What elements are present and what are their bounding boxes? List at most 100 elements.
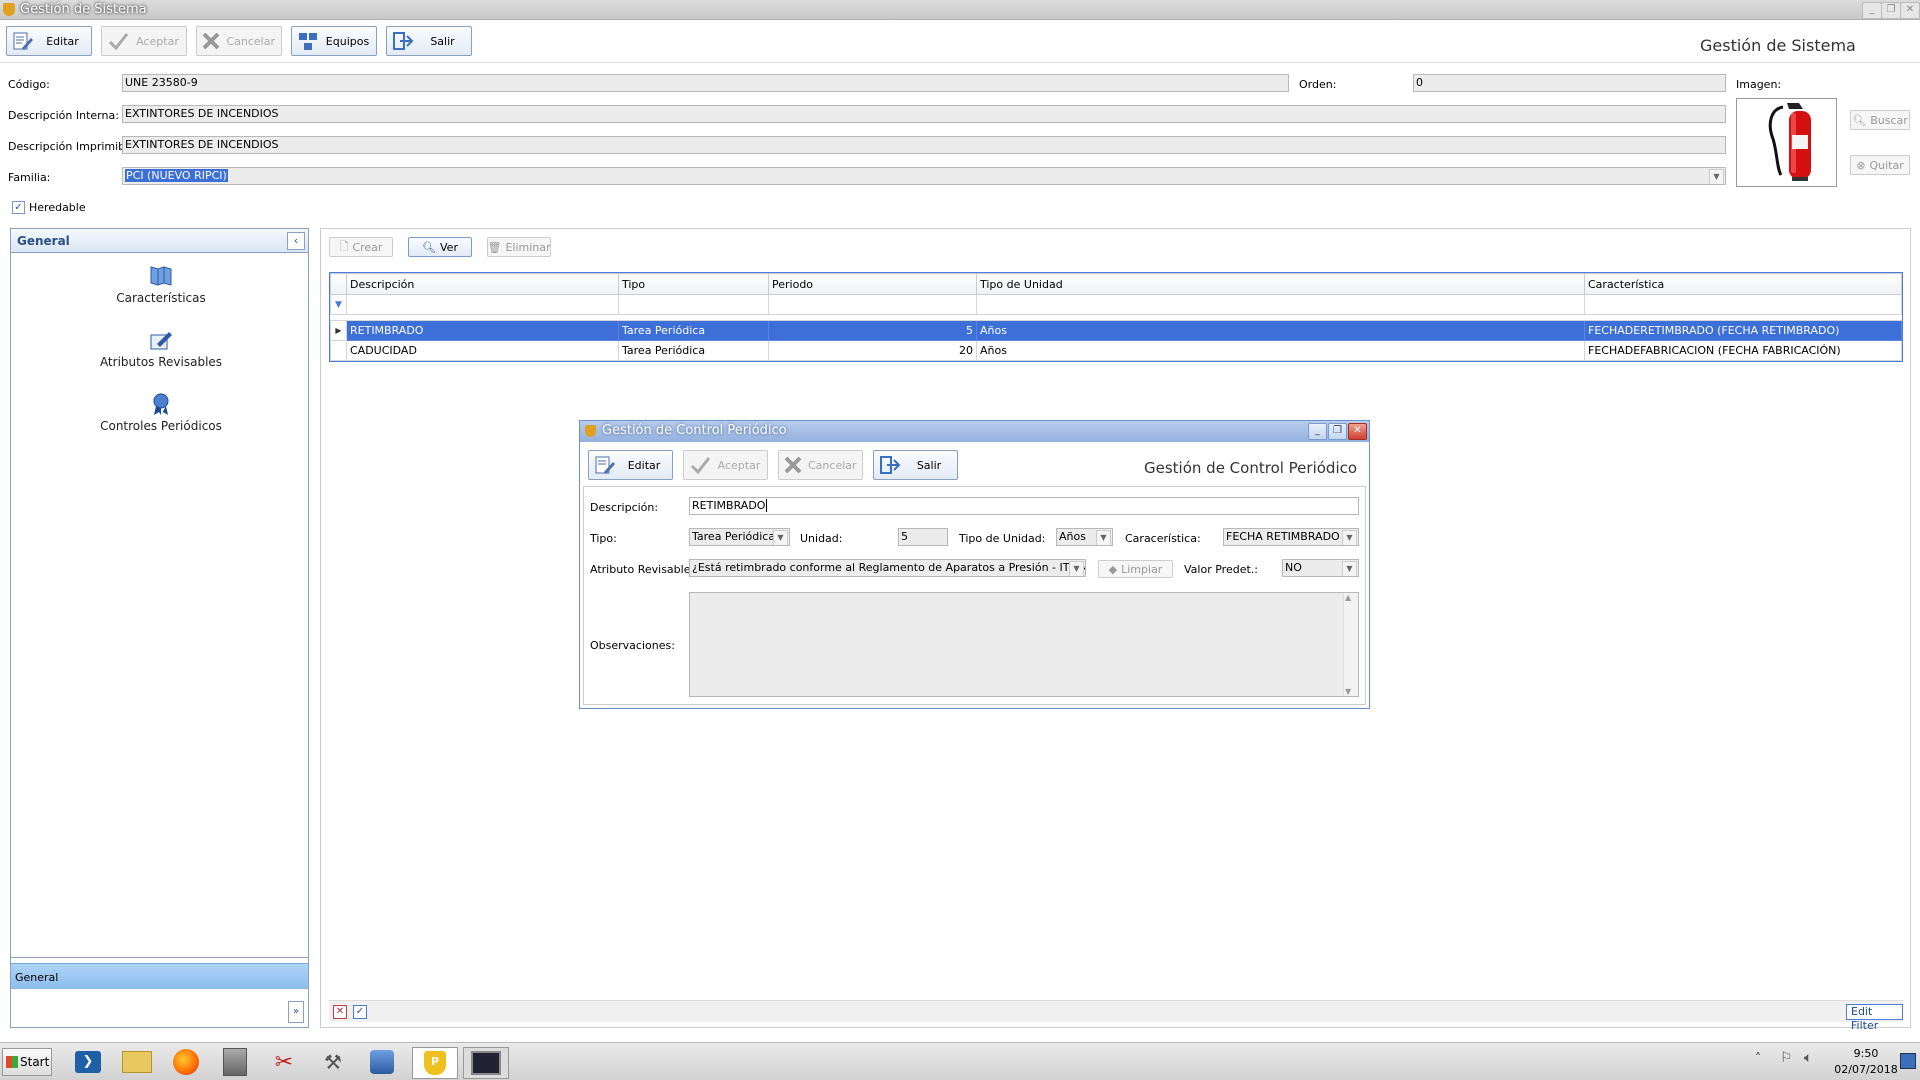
desc-imprimible-field[interactable]: EXTINTORES DE INCENDIOS: [122, 136, 1726, 154]
clear-filter-icon[interactable]: ✕: [333, 1005, 347, 1019]
sidebar-item-caracteristicas[interactable]: Características: [11, 263, 311, 305]
taskbar-firefox-icon[interactable]: [164, 1047, 208, 1077]
collapse-chevron-left-icon[interactable]: ‹: [287, 232, 305, 250]
tray-volume-icon[interactable]: 🔈︎: [1804, 1050, 1812, 1066]
codigo-label: Código:: [8, 78, 50, 91]
filter-status-bar: ✕ ✓ Edit Filter: [329, 1000, 1903, 1032]
chevron-down-icon[interactable]: ▼: [773, 530, 788, 545]
taskbar-task-manager-icon[interactable]: [463, 1047, 509, 1079]
cell-descripcion[interactable]: CADUCIDAD: [346, 340, 619, 361]
taskbar-app-gestion-icon[interactable]: P: [412, 1047, 458, 1079]
enable-filter-checkbox[interactable]: ✓: [353, 1005, 367, 1019]
familia-select[interactable]: PCI (NUEVO RIPCI) ▼: [122, 167, 1726, 185]
dialog-header-title: Gestión de Control Periódico: [1144, 459, 1358, 477]
filter-cell[interactable]: [1584, 294, 1902, 315]
start-button[interactable]: Start: [2, 1048, 52, 1076]
edit-filter-button[interactable]: Edit Filter: [1846, 1004, 1903, 1032]
maximize-button[interactable]: ❐: [1881, 2, 1901, 19]
filter-cell[interactable]: [976, 294, 1585, 315]
filter-cell[interactable]: [618, 294, 769, 315]
sidebar-item-controles-periodicos[interactable]: Controles Periódicos: [11, 391, 311, 433]
chevron-down-icon[interactable]: ▼: [1342, 561, 1357, 576]
scroll-up-icon[interactable]: ▲: [1345, 593, 1351, 602]
sidebar-item-atributos-revisables[interactable]: Atributos Revisables: [11, 327, 311, 369]
dialog-descripcion-field[interactable]: RETIMBRADO: [689, 497, 1359, 515]
cell-tipo-unidad[interactable]: Años: [976, 320, 1585, 341]
codigo-field[interactable]: UNE 23580-9: [122, 74, 1289, 92]
quitar-button[interactable]: ⊗ Quitar: [1850, 155, 1910, 175]
dialog-edit-button[interactable]: Editar: [588, 450, 673, 480]
observaciones-scrollbar[interactable]: ▲ ▼: [1343, 593, 1358, 696]
orden-field[interactable]: 0: [1413, 74, 1726, 92]
sidebar-footer-tab-general[interactable]: General: [11, 963, 308, 989]
dialog-exit-button[interactable]: Salir: [873, 450, 958, 480]
cell-periodo[interactable]: 20: [768, 340, 977, 361]
chevron-down-icon[interactable]: ▼: [1342, 530, 1357, 545]
cell-periodo[interactable]: 5: [768, 320, 977, 341]
cell-tipo[interactable]: Tarea Periódica: [618, 320, 769, 341]
network-icon: [295, 28, 321, 54]
exit-button[interactable]: Salir: [386, 26, 472, 56]
taskbar-file-explorer-icon[interactable]: [115, 1047, 159, 1077]
chevron-down-icon[interactable]: ▼: [1069, 561, 1084, 576]
dialog-tipo-select[interactable]: Tarea Periódica ▼: [689, 528, 790, 546]
filter-cell[interactable]: [768, 294, 977, 315]
chevron-down-icon[interactable]: ▼: [1096, 530, 1111, 545]
sidebar-splitter[interactable]: [11, 957, 308, 961]
edit-button[interactable]: Editar: [6, 26, 92, 56]
eliminar-button[interactable]: 🗑︎ Eliminar: [487, 237, 551, 257]
buscar-button[interactable]: 🔍︎ Buscar: [1850, 110, 1910, 130]
dialog-caracteristica-select[interactable]: FECHA RETIMBRADO ▼: [1223, 528, 1359, 546]
dialog-valor-select[interactable]: NO ▼: [1282, 559, 1359, 577]
dialog-atributo-select[interactable]: ¿Está retimbrado conforme al Reglamento …: [689, 559, 1086, 577]
accept-button[interactable]: Aceptar: [101, 26, 187, 56]
dialog-tipo-unidad-value: Años: [1059, 530, 1086, 543]
cell-caracteristica[interactable]: FECHADERETIMBRADO (FECHA RETIMBRADO): [1584, 320, 1902, 341]
cell-tipo-unidad[interactable]: Años: [976, 340, 1585, 361]
minimize-button[interactable]: _: [1862, 2, 1882, 19]
taskbar-server-manager-icon[interactable]: [213, 1047, 257, 1077]
close-window-button[interactable]: ✕: [1900, 2, 1920, 19]
desc-interna-field[interactable]: EXTINTORES DE INCENDIOS: [122, 105, 1726, 123]
chevron-down-icon[interactable]: ▼: [1709, 169, 1724, 184]
dialog-tipo-unidad-select[interactable]: Años ▼: [1056, 528, 1113, 546]
tray-show-hidden-icon[interactable]: ˄: [1755, 1051, 1761, 1065]
dialog-accept-button[interactable]: Aceptar: [683, 450, 768, 480]
cancel-button[interactable]: Cancelar: [196, 26, 282, 56]
filter-funnel-icon[interactable]: ▼: [330, 294, 347, 315]
heredable-checkbox[interactable]: ✓: [12, 201, 25, 214]
taskbar-tools-icon[interactable]: ⚒: [311, 1047, 355, 1077]
tray-clock[interactable]: 9:50 02/07/2018: [1830, 1046, 1902, 1078]
cell-tipo[interactable]: Tarea Periódica: [618, 340, 769, 361]
dialog-cancel-label: Cancelar: [808, 458, 857, 472]
cell-caracteristica[interactable]: FECHADEFABRICACION (FECHA FABRICACIÓN): [1584, 340, 1902, 361]
filter-row: ▼: [330, 294, 1902, 315]
dialog-cancel-button[interactable]: Cancelar: [778, 450, 863, 480]
dialog-observaciones-textarea[interactable]: [689, 592, 1359, 697]
taskbar-network-icon[interactable]: [360, 1047, 404, 1077]
crear-button[interactable]: 🗋︎ Crear: [329, 237, 393, 257]
taskbar-snipping-tool-icon[interactable]: ✂: [262, 1047, 306, 1077]
dialog-close-button[interactable]: ✕: [1348, 423, 1367, 440]
column-header-tipo-unidad[interactable]: Tipo de Unidad: [976, 273, 1585, 295]
expand-chevron-icon[interactable]: »: [288, 1001, 304, 1023]
dialog-limpiar-button[interactable]: ◆ Limpiar: [1098, 560, 1173, 578]
table-row[interactable]: CADUCIDAD Tarea Periódica 20 Años FECHAD…: [330, 340, 1902, 361]
dialog-unidad-field[interactable]: 5: [898, 528, 948, 546]
column-header-descripcion[interactable]: Descripción: [346, 273, 619, 295]
scroll-down-icon[interactable]: ▼: [1345, 687, 1351, 696]
table-row[interactable]: ▶ RETIMBRADO Tarea Periódica 5 Años FECH…: [330, 320, 1902, 341]
filter-cell[interactable]: [346, 294, 619, 315]
column-header-periodo[interactable]: Periodo: [768, 273, 977, 295]
tray-action-center-icon[interactable]: [1900, 1053, 1916, 1069]
taskbar-powershell-icon[interactable]: ❯: [66, 1047, 110, 1077]
ver-button[interactable]: 🔍︎ Ver: [408, 237, 472, 257]
dialog-maximize-button[interactable]: ❐: [1328, 423, 1347, 440]
familia-value: PCI (NUEVO RIPCI): [125, 169, 228, 182]
dialog-minimize-button[interactable]: _: [1308, 423, 1327, 440]
cell-descripcion[interactable]: RETIMBRADO: [346, 320, 619, 341]
column-header-caracteristica[interactable]: Característica: [1584, 273, 1902, 295]
tray-flag-icon[interactable]: ⚐: [1780, 1050, 1793, 1066]
teams-button[interactable]: Equipos: [291, 26, 377, 56]
column-header-tipo[interactable]: Tipo: [618, 273, 769, 295]
